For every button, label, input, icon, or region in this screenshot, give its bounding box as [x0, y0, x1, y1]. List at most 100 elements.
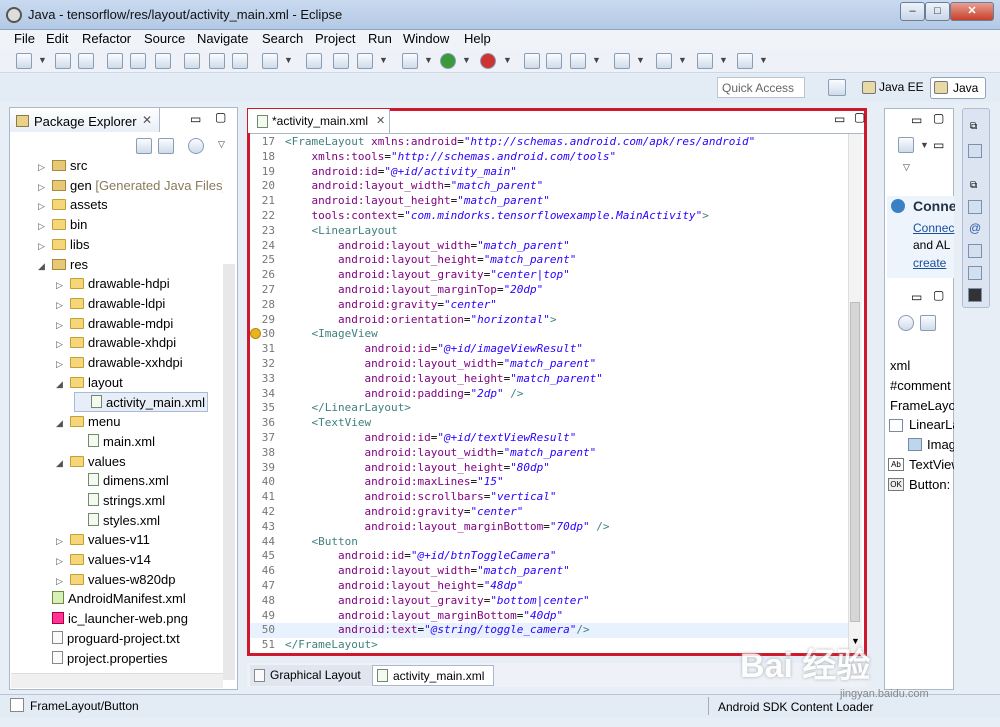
next-annotation-icon[interactable]: [656, 53, 672, 69]
task-icon[interactable]: [262, 53, 278, 69]
task-dropdown-icon[interactable]: ▼: [284, 55, 293, 65]
connect-link[interactable]: Connec: [913, 221, 955, 235]
save-all-icon[interactable]: [78, 53, 94, 69]
tree-item[interactable]: dimens.xml: [74, 471, 169, 491]
annotation-icon[interactable]: [614, 53, 630, 69]
collapse-all-icon[interactable]: [136, 138, 152, 154]
menu-edit[interactable]: Edit: [46, 31, 68, 46]
menu-file[interactable]: File: [14, 31, 35, 46]
code-line[interactable]: 34 android:padding="2dp" />: [250, 387, 848, 402]
code-line[interactable]: 17 <FrameLayout xmlns:android="http://sch…: [250, 135, 848, 150]
connect-dropdown-icon[interactable]: ▼: [920, 140, 929, 150]
outline-item-framelayout[interactable]: FrameLayo: [890, 398, 954, 413]
menu-run[interactable]: Run: [368, 31, 392, 46]
code-line[interactable]: 43 android:layout_marginBottom="70dp" />: [250, 520, 848, 535]
next-annotation-dropdown-icon[interactable]: ▼: [678, 55, 687, 65]
outline-item-imageview[interactable]: Imag: [927, 437, 954, 452]
outline-item-button[interactable]: Button:: [909, 477, 954, 492]
perspective-java[interactable]: Java: [930, 77, 986, 99]
expanded-arrow-icon[interactable]: ◢: [56, 454, 66, 474]
annotation-dropdown-icon[interactable]: ▼: [636, 55, 645, 65]
tools-icon[interactable]: [184, 53, 200, 69]
code-line[interactable]: 44 <Button: [250, 535, 848, 550]
outline-item-comment[interactable]: #comment: [890, 378, 954, 393]
code-line[interactable]: 23 <LinearLayout: [250, 224, 848, 239]
code-line[interactable]: 22 tools:context="com.mindorks.tensorflo…: [250, 209, 848, 224]
code-line[interactable]: 28 android:gravity="center": [250, 298, 848, 313]
menu-refactor[interactable]: Refactor: [82, 31, 131, 46]
package-explorer-scrollbar[interactable]: [223, 264, 235, 680]
tree-item[interactable]: project.properties: [38, 649, 167, 669]
tree-item[interactable]: ▷ values-v11: [56, 530, 150, 550]
code-line[interactable]: 46 android:layout_width="match_parent": [250, 564, 848, 579]
tree-item[interactable]: ◢ layout: [56, 373, 123, 393]
collapsed-arrow-icon[interactable]: ▷: [38, 178, 48, 196]
refresh-dropdown-icon[interactable]: ▼: [379, 55, 388, 65]
editor-scroll-thumb[interactable]: [850, 302, 860, 622]
code-line[interactable]: 30 <ImageView: [250, 327, 848, 342]
menu-source[interactable]: Source: [144, 31, 185, 46]
view-menu-icon[interactable]: ▽: [218, 139, 225, 150]
tree-item[interactable]: AndroidManifest.xml: [38, 589, 186, 609]
tree-item[interactable]: ▷ drawable-mdpi: [56, 314, 173, 334]
right-top-minimize-icon[interactable]: ▭: [911, 113, 922, 127]
code-line[interactable]: 48 android:layout_gravity="bottom|center…: [250, 594, 848, 609]
code-line[interactable]: 26 android:layout_gravity="center|top": [250, 268, 848, 283]
tree-item[interactable]: ◢ values: [56, 452, 126, 472]
outline-item-linearlayout[interactable]: LinearLa: [909, 417, 954, 432]
minimize-button[interactable]: –: [900, 2, 925, 21]
code-editor[interactable]: 17 <FrameLayout xmlns:android="http://sch…: [250, 134, 848, 653]
new-dropdown-icon[interactable]: ▼: [38, 55, 47, 65]
strip-view-icon-3[interactable]: [968, 244, 982, 258]
tree-item[interactable]: ▷ values-w820dp: [56, 570, 175, 590]
outline-maximize-icon[interactable]: ▢: [933, 288, 944, 302]
tree-item[interactable]: ▷ bin: [38, 215, 87, 235]
android-sdk-icon[interactable]: [107, 53, 123, 69]
avd-manager-icon[interactable]: [130, 53, 146, 69]
forward-dropdown-icon[interactable]: ▼: [759, 55, 768, 65]
code-line[interactable]: 47 android:layout_height="48dp": [250, 579, 848, 594]
code-line[interactable]: 40 android:maxLines="15": [250, 475, 848, 490]
new-icon[interactable]: [16, 53, 32, 69]
search-icon[interactable]: [570, 53, 586, 69]
external-tools-icon[interactable]: [480, 53, 496, 69]
tree-item[interactable]: proguard-project.txt: [38, 629, 180, 649]
tree-item[interactable]: ◢ menu: [56, 412, 121, 432]
editor-minimize-icon[interactable]: ▭: [834, 112, 845, 126]
strip-view-icon-4[interactable]: [968, 266, 982, 280]
code-line[interactable]: 19 android:id="@+id/activity_main": [250, 165, 848, 180]
menu-help[interactable]: Help: [464, 31, 491, 46]
outline-item-textview[interactable]: TextView: [909, 457, 954, 472]
tree-item[interactable]: ▷ libs: [38, 235, 90, 255]
new-class-icon[interactable]: [306, 53, 322, 69]
debug-dropdown-icon[interactable]: ▼: [424, 55, 433, 65]
code-line[interactable]: 41 android:scrollbars="vertical": [250, 490, 848, 505]
menu-project[interactable]: Project: [315, 31, 355, 46]
open-perspective-icon[interactable]: [828, 79, 846, 96]
strip-restore-icon[interactable]: ⧉: [970, 121, 977, 132]
tree-item[interactable]: ▷ drawable-hdpi: [56, 274, 170, 294]
editor-maximize-icon[interactable]: ▢: [854, 110, 865, 124]
code-line[interactable]: 29 android:orientation="horizontal">: [250, 313, 848, 328]
open-type-icon[interactable]: [524, 53, 540, 69]
outline-filter-icon[interactable]: [898, 315, 914, 331]
back-icon[interactable]: [697, 53, 713, 69]
open-folder-icon[interactable]: [546, 53, 562, 69]
debug-icon[interactable]: [402, 53, 418, 69]
expanded-arrow-icon[interactable]: ◢: [38, 257, 48, 277]
strip-view-icon-5[interactable]: [968, 288, 982, 302]
package-explorer-hscrollbar[interactable]: [11, 673, 223, 688]
tree-item[interactable]: activity_main.xml: [74, 392, 208, 413]
code-line[interactable]: 20 android:layout_width="match_parent": [250, 179, 848, 194]
lint-icon[interactable]: [155, 53, 171, 69]
strip-restore-icon-2[interactable]: ⧉: [970, 180, 977, 191]
forward-icon[interactable]: [737, 53, 753, 69]
maximize-view-icon[interactable]: ▢: [215, 110, 226, 124]
search-dropdown-icon[interactable]: ▼: [592, 55, 601, 65]
menu-window[interactable]: Window: [403, 31, 449, 46]
filter-icon[interactable]: [188, 138, 204, 154]
tree-item[interactable]: main.xml: [74, 432, 155, 452]
maximize-button[interactable]: □: [925, 2, 950, 21]
expanded-arrow-icon[interactable]: ◢: [56, 414, 66, 434]
menu-search[interactable]: Search: [262, 31, 303, 46]
